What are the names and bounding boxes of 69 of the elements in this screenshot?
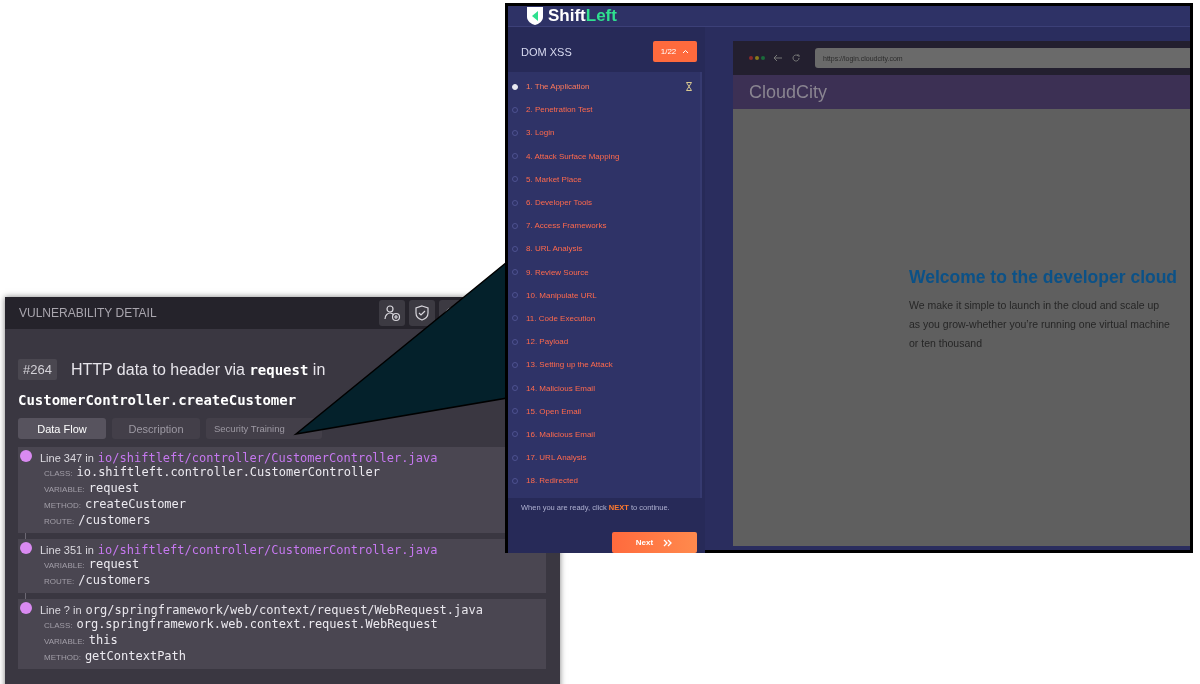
tab[interactable]: Security Training <box>206 418 322 439</box>
field-label: METHOD: <box>44 500 81 512</box>
add-user-button[interactable] <box>379 300 405 326</box>
step-item[interactable]: 6. Developer Tools <box>508 190 700 215</box>
step-item[interactable]: 1. The Application <box>508 75 700 99</box>
timeline-dot <box>20 602 32 614</box>
double-chevron-icon <box>663 538 674 547</box>
line-label: Line 351 in <box>40 544 94 556</box>
reload-icon[interactable] <box>791 53 801 63</box>
window-dots-icon <box>749 56 765 60</box>
step-item[interactable]: 12. Payload <box>508 330 700 354</box>
issue-title: HTTP data to header via request in <box>70 360 326 379</box>
field-value: getContextPath <box>84 649 187 663</box>
field-label: ROUTE: <box>44 516 75 528</box>
timeline-dot <box>20 450 32 462</box>
line-label: Line ? in <box>40 604 82 616</box>
shield-button[interactable] <box>409 300 435 326</box>
hourglass-icon <box>686 82 692 92</box>
lesson-title: DOM XSS <box>521 45 572 58</box>
file-path: org/springframework/web/context/request/WebRequest.java <box>85 603 483 617</box>
field-label: VARIABLE: <box>44 484 85 496</box>
step-item[interactable]: 3. Login <box>508 121 700 145</box>
field-label: ROUTE: <box>44 576 75 588</box>
field-value: io.shiftleft.controller.CustomerController <box>76 465 380 479</box>
tab[interactable]: Description <box>112 418 200 439</box>
field-label: VARIABLE: <box>44 636 85 648</box>
step-item[interactable]: 8. URL Analysis <box>508 237 700 261</box>
step-item[interactable]: 10. Manipulate URL <box>508 283 700 307</box>
step-item[interactable]: 9. Review Source <box>508 260 700 284</box>
welcome-heading: Welcome to the developer cloud <box>909 267 1179 288</box>
step-item[interactable]: 4. Attack Surface Mapping <box>508 144 700 168</box>
next-button[interactable]: Next <box>612 532 697 554</box>
brand-name: ShiftLeft <box>548 6 617 26</box>
field-value: this <box>88 633 118 647</box>
step-item[interactable]: 18. Redirected <box>508 469 700 493</box>
step-item[interactable]: 14. Malicious Email <box>508 376 700 400</box>
step-item[interactable]: 7. Access Frameworks <box>508 214 700 238</box>
step-item[interactable]: 2. Penetration Test <box>508 98 700 122</box>
file-link[interactable]: io/shiftleft/controller/CustomerController.java <box>97 451 438 465</box>
back-arrow-icon[interactable] <box>773 53 783 63</box>
step-item[interactable]: 15. Open Email <box>508 399 700 423</box>
step-item[interactable]: 11. Code Execution <box>508 306 700 331</box>
step-item[interactable]: 17. URL Analysis <box>508 446 700 470</box>
progress-button[interactable]: 1/22 <box>653 41 697 62</box>
add-user-icon <box>383 304 401 322</box>
field-value: request <box>88 481 140 495</box>
panel-title: VULNERABILITY DETAIL <box>19 306 158 320</box>
timeline-dot <box>20 542 32 554</box>
field-label: CLASS: <box>44 468 73 480</box>
line-label: Line 347 in <box>40 452 94 464</box>
logo-icon <box>526 6 544 26</box>
field-value: /customers <box>78 513 151 527</box>
field-label: CLASS: <box>44 620 73 632</box>
field-value: createCustomer <box>84 497 187 511</box>
field-value: request <box>88 557 140 571</box>
shield-icon <box>413 304 431 322</box>
field-label: VARIABLE: <box>44 560 85 572</box>
step-item[interactable]: 5. Market Place <box>508 167 700 191</box>
step-item[interactable]: 13. Setting up the Attack <box>508 353 700 377</box>
field-label: METHOD: <box>44 652 81 664</box>
site-name: CloudCity <box>749 81 828 103</box>
method-name: CustomerController.createCustomer <box>18 392 298 408</box>
field-value: /customers <box>78 573 151 587</box>
caret-icon <box>682 49 690 54</box>
field-value: org.springframework.web.context.request.WebRequest <box>76 617 438 631</box>
tab[interactable]: Data Flow <box>18 418 106 439</box>
step-item[interactable]: 16. Malicious Email <box>508 422 700 446</box>
issue-number: #264 <box>18 359 57 380</box>
file-link[interactable]: io/shiftleft/controller/CustomerController.java <box>97 543 438 557</box>
